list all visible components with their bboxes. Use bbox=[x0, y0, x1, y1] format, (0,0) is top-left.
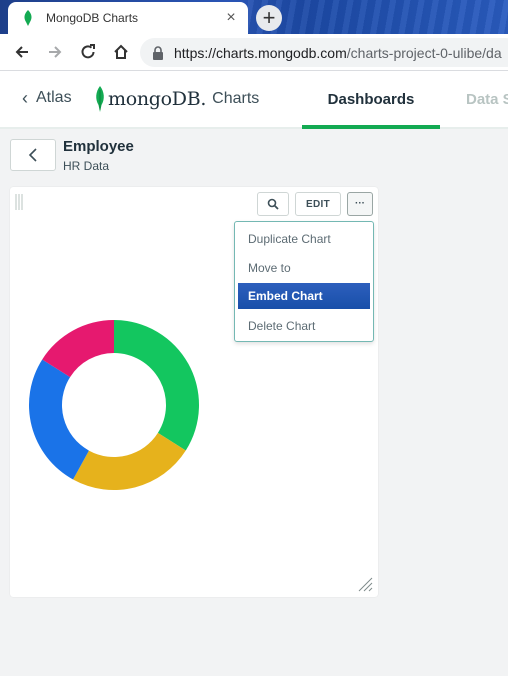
dashboard-subtitle: HR Data bbox=[63, 159, 110, 173]
active-tab-indicator bbox=[302, 125, 440, 129]
tab-title: MongoDB Charts bbox=[46, 11, 139, 25]
logo-charts-label: Charts bbox=[212, 90, 260, 107]
tab-data-sources[interactable]: Data S bbox=[466, 91, 508, 108]
mongodb-leaf-icon bbox=[96, 86, 104, 112]
menu-item-duplicate-chart[interactable]: Duplicate Chart bbox=[238, 224, 370, 253]
menu-item-delete-chart[interactable]: Delete Chart bbox=[238, 311, 370, 340]
chart-options-menu: Duplicate Chart Move to Embed Chart Dele… bbox=[234, 221, 374, 342]
arrow-left-icon bbox=[15, 46, 28, 58]
zoom-button[interactable] bbox=[257, 192, 289, 216]
drag-handle-icon[interactable] bbox=[15, 194, 25, 210]
url-path: /charts-project-0-ulibe/da bbox=[346, 44, 502, 61]
home-icon bbox=[113, 44, 128, 59]
more-options-button[interactable]: ··· bbox=[347, 192, 373, 216]
url-host: https://charts.mongodb.com bbox=[174, 44, 347, 61]
app-header: ‹ Atlas mongoDB. Charts Dashboards Data … bbox=[0, 71, 508, 129]
menu-item-move-to[interactable]: Move to bbox=[238, 253, 370, 282]
donut-segment-1[interactable] bbox=[73, 432, 186, 490]
edit-chart-button[interactable]: EDIT bbox=[295, 192, 341, 216]
donut-segment-2[interactable] bbox=[28, 359, 89, 480]
arrow-right-icon bbox=[48, 46, 61, 58]
tab-dashboards[interactable]: Dashboards bbox=[302, 91, 440, 108]
logo-wordmark: mongoDB. bbox=[108, 88, 207, 110]
chevron-left-icon bbox=[28, 148, 37, 162]
lock-icon bbox=[153, 45, 163, 60]
tab-close-icon[interactable]: × bbox=[220, 7, 242, 29]
address-bar[interactable]: https://charts.mongodb.com/charts-projec… bbox=[140, 38, 508, 67]
chevron-left-icon: ‹ bbox=[22, 88, 28, 108]
browser-toolbar: https://charts.mongodb.com/charts-projec… bbox=[0, 34, 508, 71]
menu-item-embed-chart[interactable]: Embed Chart bbox=[238, 283, 370, 309]
back-nav-button[interactable] bbox=[5, 36, 38, 69]
atlas-back-link[interactable]: ‹ Atlas bbox=[22, 89, 72, 107]
mongodb-leaf-icon bbox=[24, 10, 32, 26]
resize-handle-icon[interactable] bbox=[357, 576, 373, 592]
dashboard-back-button[interactable] bbox=[10, 139, 56, 171]
magnifier-icon bbox=[267, 198, 279, 210]
reload-button[interactable] bbox=[71, 36, 104, 69]
forward-nav-button[interactable] bbox=[38, 36, 71, 69]
reload-icon bbox=[81, 44, 95, 59]
donut-segment-0[interactable] bbox=[114, 320, 199, 451]
dashboard-title: Employee bbox=[63, 138, 134, 155]
browser-tab[interactable]: MongoDB Charts × bbox=[8, 2, 248, 34]
new-tab-button[interactable]: + bbox=[256, 5, 282, 31]
browser-tab-strip: MongoDB Charts × + bbox=[0, 0, 508, 34]
mongodb-charts-logo[interactable]: mongoDB. Charts bbox=[94, 86, 259, 112]
atlas-label: Atlas bbox=[36, 89, 72, 106]
donut-chart bbox=[28, 320, 199, 490]
home-button[interactable] bbox=[104, 36, 137, 69]
